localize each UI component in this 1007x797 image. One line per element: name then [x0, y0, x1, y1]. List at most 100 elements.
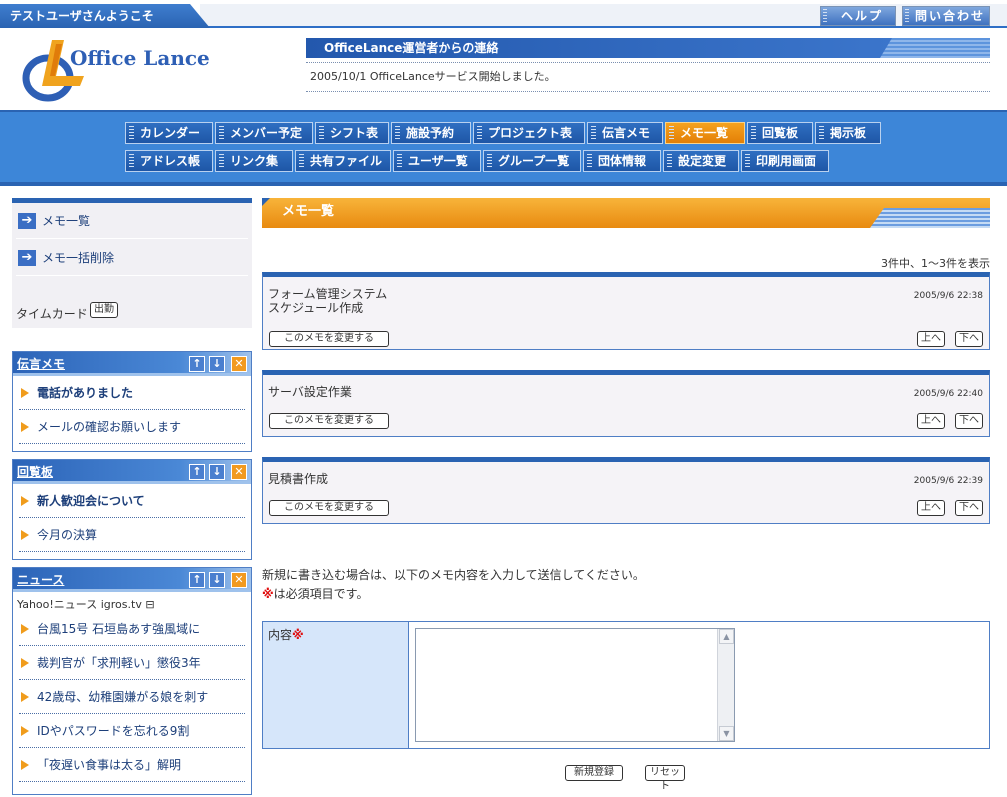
nav-print-view[interactable]: 印刷用画面 [741, 150, 829, 172]
move-down-icon[interactable]: ↓ [209, 464, 225, 480]
required-note: ※は必須項目です。 [262, 585, 368, 602]
sidebar-link-label: メモ一括削除 [42, 251, 115, 265]
news-item-label: 42歳母、幼稚園嫌がる娘を刺す [37, 690, 209, 704]
nav-calendar[interactable]: カレンダー [125, 122, 213, 144]
notice-text: 2005/10/1 OfficeLanceサービス開始しました。 [310, 70, 556, 83]
nav-facility-booking[interactable]: 施設予約 [391, 122, 471, 144]
move-up-icon[interactable]: ↑ [189, 572, 205, 588]
sidebar-link-memo-bulk-delete[interactable]: ➔ メモ一括削除 [16, 240, 248, 276]
nav-shared-files[interactable]: 共有ファイル [295, 150, 391, 172]
submit-button[interactable]: 新規登録 [565, 765, 623, 781]
message-memo-panel: 伝言メモ ↑ ↓ ✕ 電話がありました メールの確認お願いします [12, 351, 252, 452]
news-item[interactable]: 42歳母、幼稚園嫌がる娘を刺す [19, 680, 245, 714]
news-item[interactable]: 台風15号 石垣島あす強風域に [19, 612, 245, 646]
triangle-bullet-icon [21, 658, 29, 668]
move-down-button[interactable]: 下へ [955, 413, 983, 429]
page-title: メモ一覧 [262, 198, 990, 228]
arrow-right-icon: ➔ [18, 250, 36, 266]
header: Office Lance OfficeLance運営者からの連絡 2005/10… [0, 30, 1007, 110]
nav-shift[interactable]: シフト表 [315, 122, 389, 144]
triangle-bullet-icon [21, 624, 29, 634]
nav-bulletin-board[interactable]: 掲示板 [815, 122, 881, 144]
contact-button[interactable]: 問い合わせ [902, 6, 990, 26]
nav-message-memo[interactable]: 伝言メモ [587, 122, 663, 144]
nav-organization-info[interactable]: 団体情報 [583, 150, 661, 172]
news-item-label: 「夜遅い食事は太る」解明 [37, 758, 182, 772]
list-item[interactable]: 新人歓迎会について [19, 484, 245, 518]
move-down-button[interactable]: 下へ [955, 500, 983, 516]
panel-title-link[interactable]: 回覧板 [17, 465, 53, 479]
move-up-button[interactable]: 上へ [917, 413, 945, 429]
memo-item: フォーム管理システム スケジュール作成 2005/9/6 22:38 このメモを… [262, 272, 990, 350]
panel-header: 回覧板 ↑ ↓ ✕ [13, 460, 251, 484]
nav-address-book[interactable]: アドレス帳 [125, 150, 213, 172]
move-down-button[interactable]: 下へ [955, 331, 983, 347]
nav-memo-list[interactable]: メモ一覧 [665, 122, 745, 144]
reset-button[interactable]: リセット [645, 765, 685, 792]
nav-links[interactable]: リンク集 [215, 150, 293, 172]
triangle-bullet-icon [21, 530, 29, 540]
move-up-button[interactable]: 上へ [917, 331, 945, 347]
divider [306, 62, 990, 63]
news-item[interactable]: 「夜遅い食事は太る」解明 [19, 748, 245, 782]
nav-user-list[interactable]: ユーザ一覧 [393, 150, 481, 172]
triangle-bullet-icon [21, 388, 29, 398]
nav-circular[interactable]: 回覧板 [747, 122, 813, 144]
memo-date: 2005/9/6 22:38 [913, 291, 983, 301]
office-lance-logo[interactable]: Office Lance [22, 36, 262, 102]
move-up-button[interactable]: 上へ [917, 500, 945, 516]
list-item-label: メールの確認お願いします [37, 420, 182, 434]
content-label-cell: 内容※ [263, 622, 409, 748]
list-item[interactable]: 電話がありました [19, 376, 245, 410]
list-item[interactable]: メールの確認お願いします [19, 410, 245, 444]
memo-date: 2005/9/6 22:40 [913, 389, 983, 399]
news-source[interactable]: Yahoo!ニュース igros.tv ⊟ [13, 592, 251, 612]
triangle-bullet-icon [21, 422, 29, 432]
help-button[interactable]: ヘルプ [820, 6, 896, 26]
edit-memo-button[interactable]: このメモを変更する [269, 500, 389, 516]
list-item-label: 電話がありました [37, 386, 134, 400]
move-down-icon[interactable]: ↓ [209, 572, 225, 588]
triangle-bullet-icon [21, 496, 29, 506]
logo-text: Office Lance [70, 46, 210, 70]
panel-title-link[interactable]: 伝言メモ [17, 357, 65, 371]
textarea-scrollbar[interactable]: ▲ ▼ [717, 629, 734, 741]
nav-project[interactable]: プロジェクト表 [473, 122, 585, 144]
content-label: 内容 [268, 628, 293, 642]
list-item[interactable]: 今月の決算 [19, 518, 245, 552]
scroll-down-icon[interactable]: ▼ [719, 726, 734, 741]
edit-memo-button[interactable]: このメモを変更する [269, 331, 389, 347]
required-note-text: は必須項目です。 [273, 587, 369, 601]
nav-group-list[interactable]: グループ一覧 [483, 150, 581, 172]
move-down-icon[interactable]: ↓ [209, 356, 225, 372]
move-up-icon[interactable]: ↑ [189, 356, 205, 372]
circular-panel: 回覧板 ↑ ↓ ✕ 新人歓迎会について 今月の決算 [12, 459, 252, 560]
sidebar-link-memo-list[interactable]: ➔ メモ一覧 [16, 203, 248, 239]
new-memo-form: 内容※ ▲ ▼ [262, 621, 990, 749]
memo-text: 見積書作成 [268, 472, 329, 486]
edit-memo-button[interactable]: このメモを変更する [269, 413, 389, 429]
memo-date: 2005/9/6 22:39 [913, 476, 983, 486]
news-item-label: 裁判官が「求刑軽い」懲役3年 [37, 656, 201, 670]
nav-member-schedule[interactable]: メンバー予定 [215, 122, 313, 144]
scroll-up-icon[interactable]: ▲ [719, 629, 734, 644]
sidebar-menu: ➔ メモ一覧 ➔ メモ一括削除 タイムカード 出勤 [12, 198, 252, 328]
content-textarea[interactable] [415, 628, 735, 742]
required-mark: ※ [262, 587, 274, 601]
nav-settings[interactable]: 設定変更 [663, 150, 739, 172]
panel-title-link[interactable]: ニュース [17, 573, 64, 587]
required-mark: ※ [292, 628, 304, 642]
memo-text: フォーム管理システム スケジュール作成 [268, 287, 388, 315]
clock-in-button[interactable]: 出勤 [90, 302, 118, 318]
move-up-icon[interactable]: ↑ [189, 464, 205, 480]
close-icon[interactable]: ✕ [231, 464, 247, 480]
news-item[interactable]: IDやパスワードを忘れる9割 [19, 714, 245, 748]
close-icon[interactable]: ✕ [231, 356, 247, 372]
divider [306, 91, 990, 92]
news-item[interactable]: 裁判官が「求刑軽い」懲役3年 [19, 646, 245, 680]
instruction-text: 新規に書き込む場合は、以下のメモ内容を入力して送信してください。 [262, 568, 645, 582]
close-icon[interactable]: ✕ [231, 572, 247, 588]
sidebar-link-label: メモ一覧 [42, 214, 91, 228]
memo-item: サーバ設定作業 2005/9/6 22:40 このメモを変更する 上へ 下へ [262, 370, 990, 437]
news-item-label: IDやパスワードを忘れる9割 [37, 724, 190, 738]
